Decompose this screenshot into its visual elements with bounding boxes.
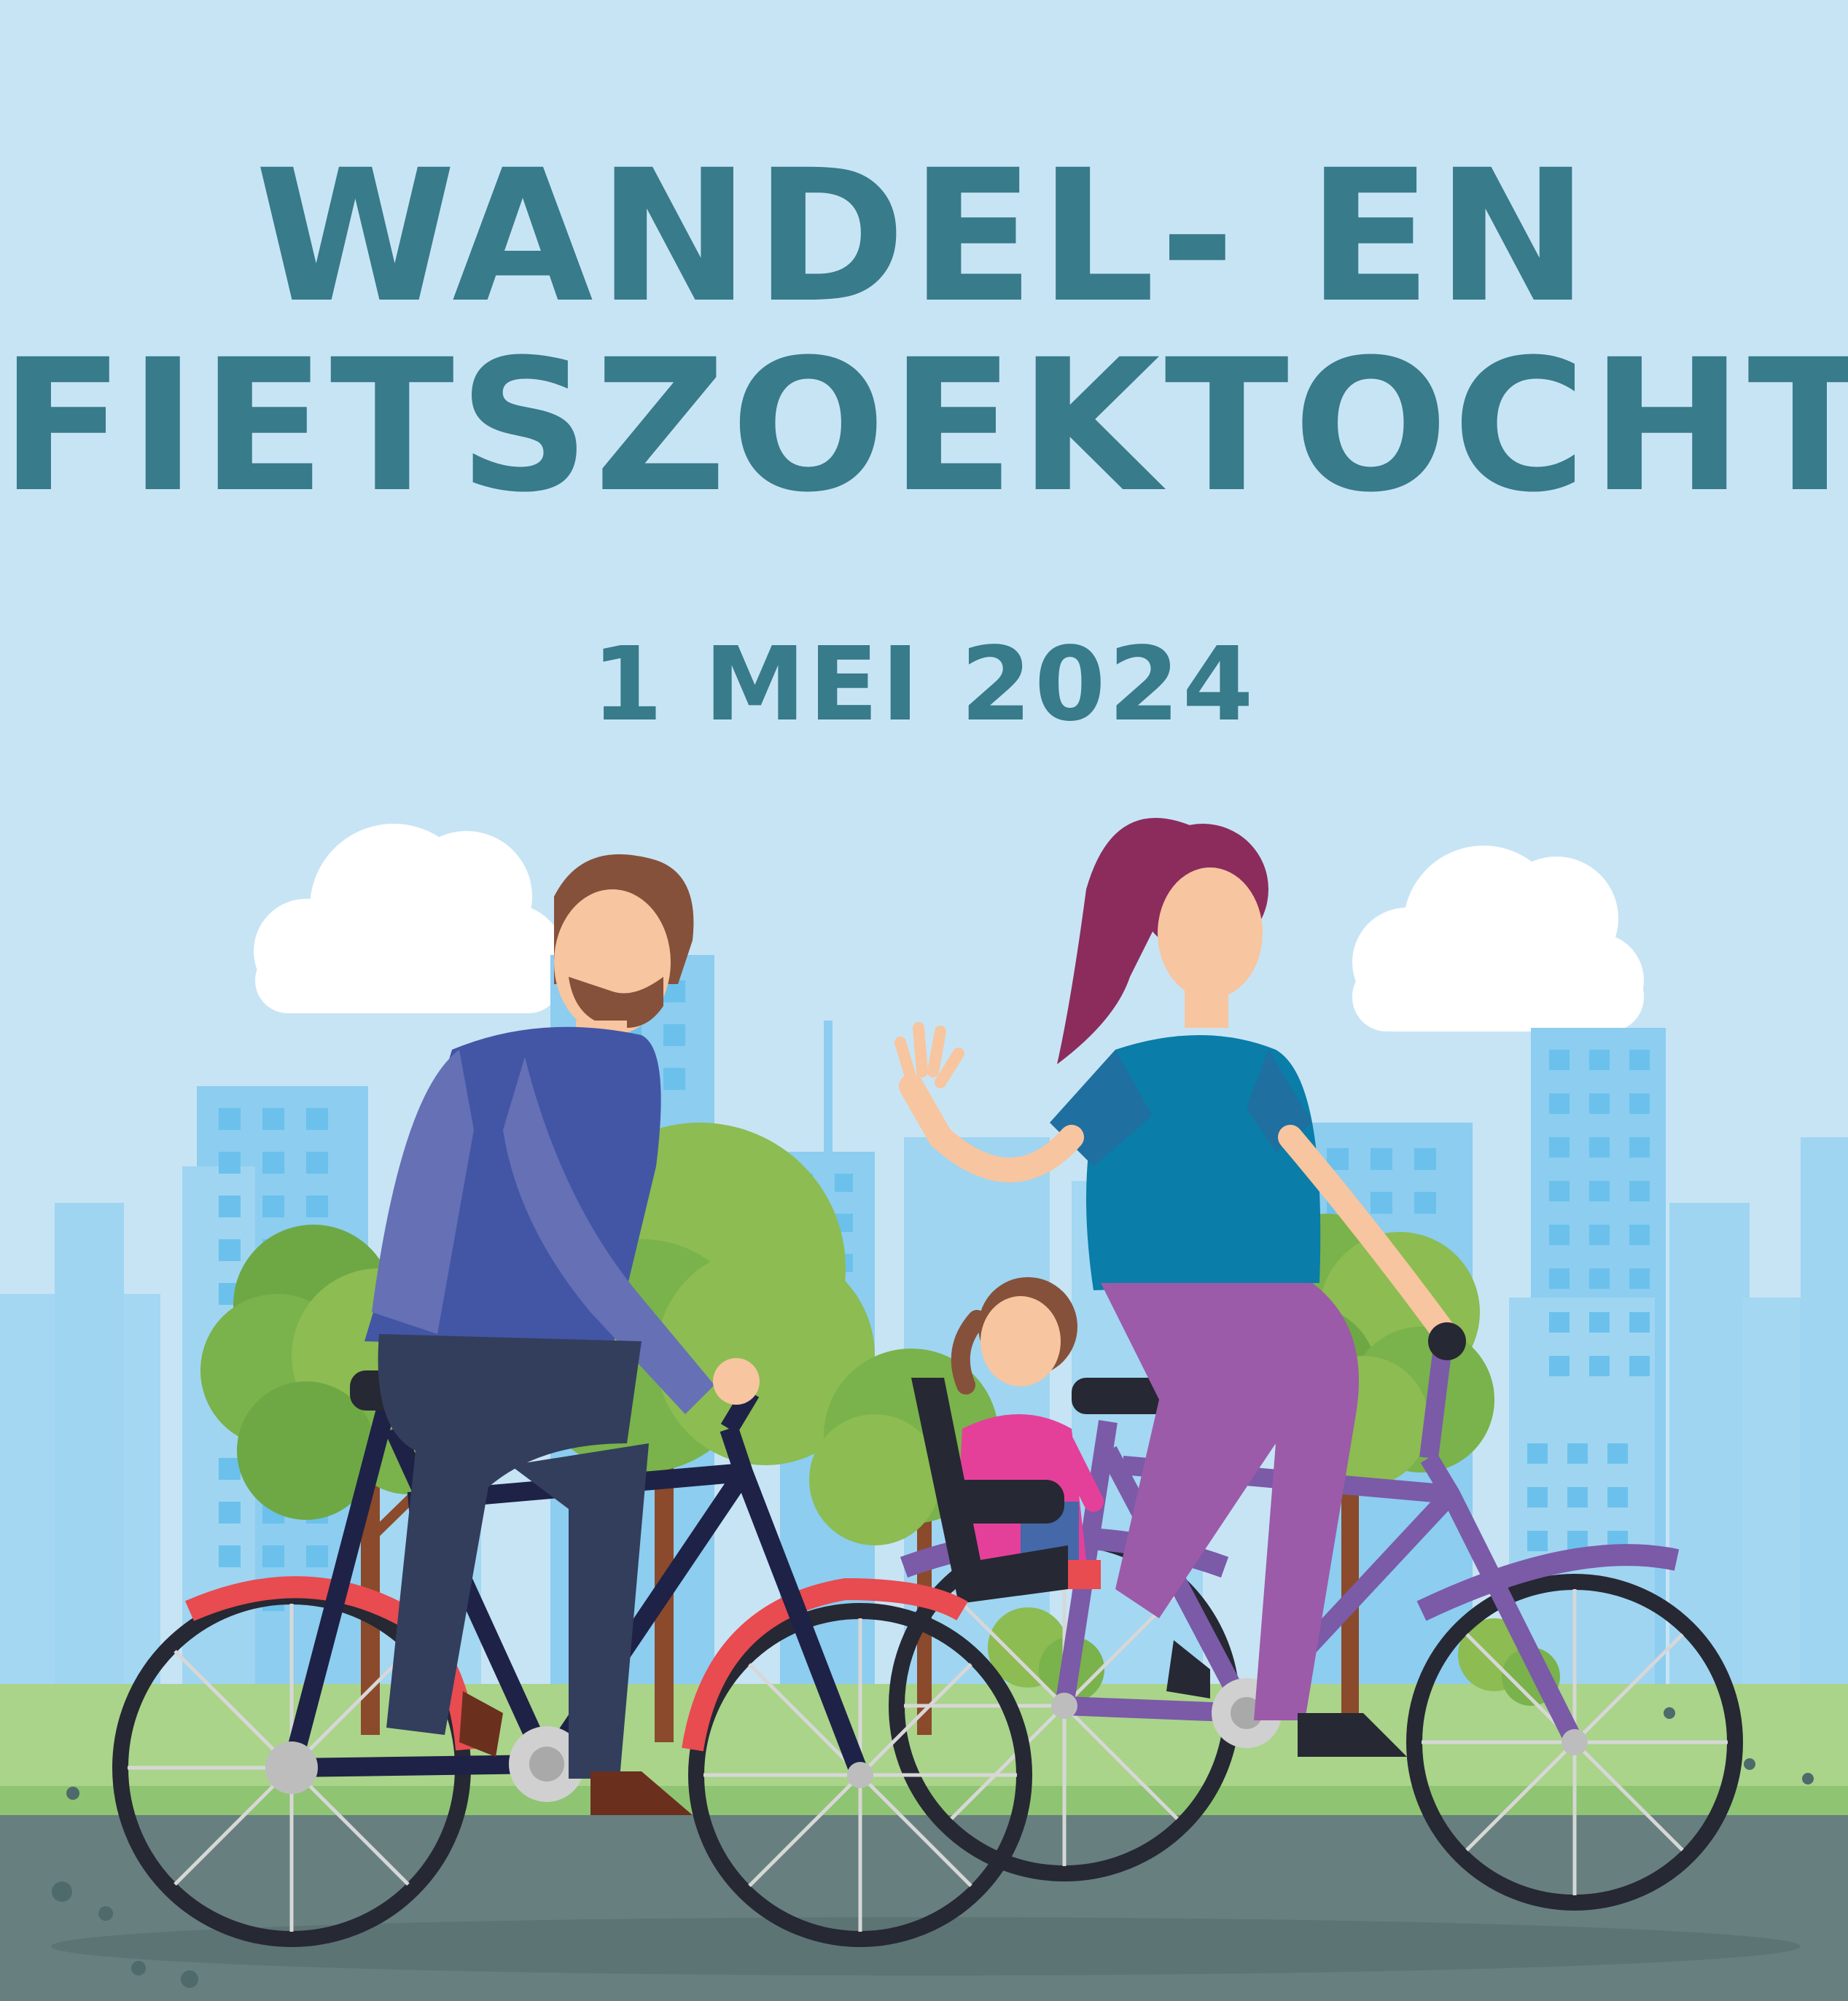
event-date: 1 MEI 2024	[591, 625, 1257, 744]
building	[824, 1021, 833, 1166]
poster: WANDEL- EN FIETSZOEKTOCHT 1 MEI 2024	[0, 0, 1848, 2001]
title-line-2: FIETSZOEKTOCHT	[0, 320, 1848, 532]
title-line-1: WANDEL- EN	[254, 130, 1594, 343]
